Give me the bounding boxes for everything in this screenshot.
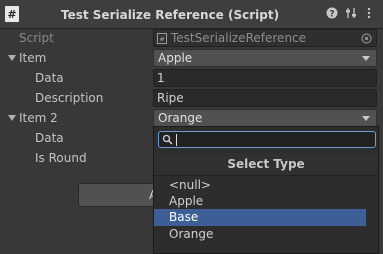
script-field[interactable]: # TestSerializeReference <box>153 29 377 47</box>
preset-icon[interactable] <box>345 7 357 19</box>
item-description-row: Description Ripe <box>0 88 383 108</box>
type-option-base[interactable]: Base <box>154 209 366 226</box>
svg-text:?: ? <box>329 10 334 20</box>
component-title: Test Serialize Reference (Script) <box>61 8 280 22</box>
item-row: Item Apple <box>0 48 383 68</box>
script-label: Script <box>19 31 54 45</box>
item2-foldout-arrow-icon[interactable] <box>8 115 16 121</box>
item2-type-dropdown[interactable]: Orange <box>153 109 377 127</box>
item-label: Item <box>19 51 47 65</box>
item-description-field[interactable]: Ripe <box>153 89 377 107</box>
type-option-orange[interactable]: Orange <box>154 226 366 243</box>
type-option-label: Base <box>169 210 199 224</box>
item-foldout-arrow-icon[interactable] <box>8 55 16 61</box>
item2-label: Item 2 <box>19 111 58 125</box>
type-option-null[interactable]: <null> <box>154 177 366 194</box>
svg-text:#: # <box>159 36 165 44</box>
script-hash-icon: # <box>5 6 19 22</box>
item2-data-label: Data <box>35 131 64 145</box>
script-file-icon: # <box>157 33 167 44</box>
type-option-label: Apple <box>169 194 204 208</box>
item-data-field[interactable]: 1 <box>153 69 377 87</box>
item-data-label: Data <box>35 71 64 85</box>
item-data-row: Data 1 <box>0 68 383 88</box>
menu-icon[interactable] <box>366 7 372 19</box>
search-icon <box>162 134 173 145</box>
select-type-popup: Select Type <null> Apple Base Orange <box>153 126 379 254</box>
item2-is-round-label: Is Round <box>35 151 87 165</box>
item-type-value: Apple <box>158 51 193 65</box>
add-button[interactable]: A <box>78 183 157 207</box>
item-description-label: Description <box>35 91 104 105</box>
item-data-value: 1 <box>157 71 165 85</box>
component-header: # Test Serialize Reference (Script) ? <box>0 0 383 29</box>
svg-text:#: # <box>7 8 16 21</box>
text-cursor <box>176 134 177 146</box>
item-description-value: Ripe <box>157 91 184 105</box>
object-picker-icon[interactable] <box>361 33 372 44</box>
type-option-label: Orange <box>169 227 214 241</box>
type-option-apple[interactable]: Apple <box>154 193 366 210</box>
type-search-input[interactable] <box>158 131 376 148</box>
item-type-dropdown[interactable]: Apple <box>153 49 377 67</box>
item2-type-value: Orange <box>158 111 203 125</box>
help-icon[interactable]: ? <box>326 7 338 19</box>
item2-row: Item 2 Orange <box>0 108 383 128</box>
select-type-title: Select Type <box>154 153 378 176</box>
chevron-down-icon <box>362 56 370 61</box>
type-option-label: <null> <box>169 178 211 192</box>
script-value: TestSerializeReference <box>171 31 307 45</box>
script-row: Script # TestSerializeReference <box>0 28 383 48</box>
chevron-down-icon <box>362 116 370 121</box>
